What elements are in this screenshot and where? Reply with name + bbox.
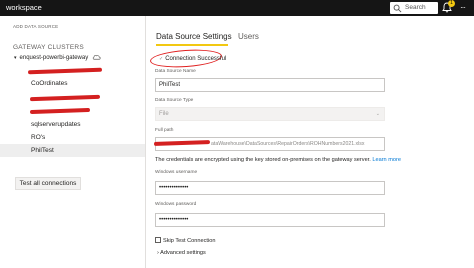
data-source-name-label: Data Source Name <box>155 69 196 74</box>
cloud-icon <box>92 55 101 60</box>
learn-more-link[interactable]: Learn more <box>372 157 401 163</box>
chevron-right-icon: › <box>157 250 159 256</box>
skip-test-connection-checkbox[interactable] <box>155 237 161 243</box>
data-source-type-label: Data Source Type <box>155 98 194 103</box>
data-source-label: PhilTest <box>31 147 54 154</box>
tab-users[interactable]: Users <box>238 32 259 41</box>
windows-password-label: Windows password <box>155 202 197 207</box>
check-icon: ✓ <box>159 56 164 62</box>
top-bar: workspace Search 1 ··· <box>0 0 474 16</box>
skip-test-connection-row[interactable]: Skip Test Connection <box>155 237 215 244</box>
advanced-settings-label: Advanced settings <box>160 250 206 256</box>
tab-data-source-settings[interactable]: Data Source Settings <box>156 32 232 46</box>
gateway-name: enquest-powerbi-gateway <box>19 55 89 61</box>
chevron-down-icon: ⌄ <box>375 111 380 117</box>
app-title: workspace <box>6 3 42 12</box>
connection-status-text: Connection Successful <box>165 56 227 62</box>
search-input[interactable]: Search <box>390 2 438 14</box>
data-source-label: RO's <box>31 134 46 141</box>
data-source-item[interactable]: CoOrdinates <box>0 77 145 90</box>
gateway-cluster-item[interactable]: ▾ enquest-powerbi-gateway <box>14 53 101 63</box>
windows-username-value: •••••••••••••• <box>159 185 189 191</box>
gateway-clusters-heading: GATEWAY CLUSTERS <box>13 44 84 51</box>
advanced-settings-toggle[interactable]: › Advanced settings <box>157 250 206 256</box>
credentials-note: The credentials are encrypted using the … <box>155 157 401 163</box>
windows-password-input[interactable]: •••••••••••••• <box>155 213 385 227</box>
skip-test-connection-label: Skip Test Connection <box>163 238 216 244</box>
sidebar: ADD DATA SOURCE GATEWAY CLUSTERS ▾ enques… <box>0 16 146 268</box>
data-source-label: sqlserverupdates <box>31 121 81 128</box>
credentials-note-text: The credentials are encrypted using the … <box>155 157 371 163</box>
search-placeholder: Search <box>405 4 426 11</box>
test-all-connections-button[interactable]: Test all connections <box>15 177 81 190</box>
data-source-name-value: PhilTest <box>159 82 181 88</box>
data-source-name-input[interactable]: PhilTest <box>155 78 385 92</box>
connection-status: ✓ Connection Successful <box>159 56 226 62</box>
more-options-icon[interactable]: ··· <box>460 3 466 12</box>
data-source-item[interactable]: sqlserverupdates <box>0 118 145 131</box>
search-icon <box>393 4 402 13</box>
data-source-item[interactable]: RO's <box>0 131 145 144</box>
windows-username-label: Windows username <box>155 170 198 175</box>
data-source-type-value: File <box>159 111 169 117</box>
notification-badge: 1 <box>448 0 455 7</box>
windows-username-input[interactable]: •••••••••••••• <box>155 181 385 195</box>
chevron-down-icon[interactable]: ▾ <box>14 53 17 63</box>
windows-password-value: •••••••••••••• <box>159 217 189 223</box>
data-source-item-selected[interactable]: PhilTest <box>0 144 145 157</box>
data-source-type-select: File ⌄ <box>155 107 385 121</box>
full-path-label: Full path <box>155 128 174 133</box>
data-source-label: CoOrdinates <box>31 80 68 87</box>
add-data-source-link[interactable]: ADD DATA SOURCE <box>13 24 58 29</box>
